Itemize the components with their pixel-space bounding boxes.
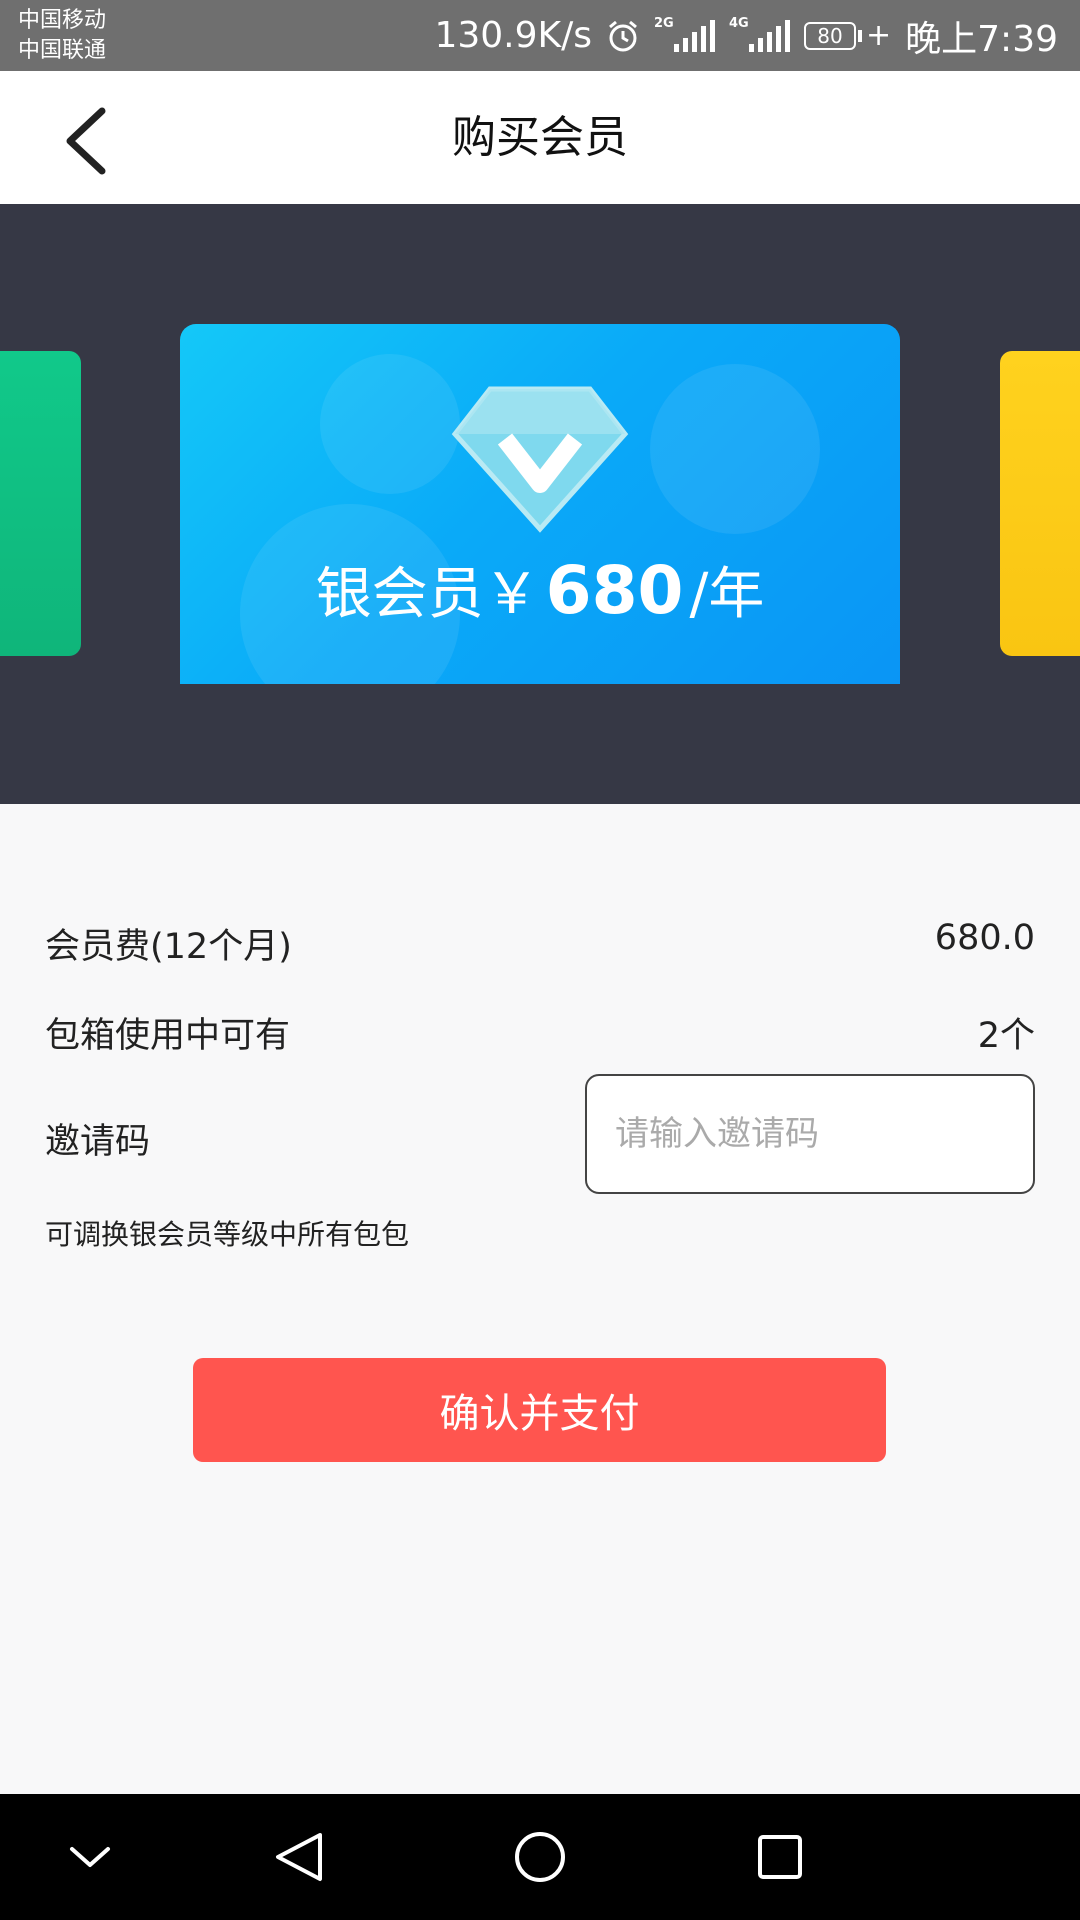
membership-carousel[interactable]: 银会员￥680/年 — [0, 204, 1080, 804]
invite-code-input[interactable] — [585, 1074, 1035, 1194]
nav-hide-button[interactable] — [50, 1817, 130, 1897]
back-arrow-icon — [66, 107, 106, 175]
price-unit: /年 — [689, 562, 765, 627]
nav-home-button[interactable] — [500, 1817, 580, 1897]
app-header: 购买会员 — [0, 71, 1080, 204]
triangle-back-icon — [276, 1833, 322, 1881]
back-button[interactable] — [50, 101, 130, 181]
boxes-row: 包箱使用中可有 2个 — [45, 1007, 1035, 1057]
nav-recents-button[interactable] — [740, 1817, 820, 1897]
carrier-2: 中国联通 — [18, 38, 107, 63]
square-recents-icon — [758, 1835, 802, 1879]
diamond-icon — [451, 386, 629, 533]
invite-code-label: 邀请码 — [45, 1122, 151, 1162]
confirm-pay-button[interactable]: 确认并支付 — [193, 1358, 886, 1462]
fee-row: 会员费(12个月) 680.0 — [45, 918, 1035, 968]
network-speed: 130.9K/s — [434, 15, 593, 56]
membership-card-next[interactable] — [1000, 351, 1080, 656]
membership-name: 银会员 — [315, 562, 484, 627]
circle-home-icon — [515, 1832, 565, 1882]
carrier-1: 中国移动 — [18, 8, 107, 33]
membership-price: 680 — [545, 552, 684, 629]
system-nav-bar — [0, 1794, 1080, 1920]
membership-card-label: 银会员￥680/年 — [180, 549, 900, 630]
boxes-label: 包箱使用中可有 — [45, 1016, 291, 1056]
alarm-icon — [609, 20, 637, 51]
signal-4g-icon: 4G — [729, 16, 791, 52]
signal-2g-icon: 2G — [654, 16, 716, 52]
status-indicators: 130.9K/s 2G 4G 80 + 晚上7:39 — [434, 0, 1058, 71]
chevron-down-icon — [70, 1847, 110, 1867]
clock: 晚上7:39 — [905, 18, 1058, 60]
fee-value: 680.0 — [934, 918, 1035, 958]
battery-level: 80 — [804, 21, 857, 50]
page-title: 购买会员 — [452, 112, 628, 163]
membership-card-silver[interactable]: 银会员￥680/年 — [180, 324, 900, 684]
nav-back-button[interactable] — [260, 1817, 340, 1897]
membership-note: 可调换银会员等级中所有包包 — [45, 1218, 410, 1251]
carrier-info: 中国移动 中国联通 — [18, 6, 106, 66]
boxes-value: 2个 — [977, 1016, 1035, 1056]
fee-label: 会员费(12个月) — [45, 927, 292, 967]
battery-icon: 80 + — [804, 18, 891, 53]
currency-symbol: ￥ — [483, 562, 540, 627]
membership-card-prev[interactable] — [0, 351, 81, 656]
status-bar: 中国移动 中国联通 130.9K/s 2G 4G 80 + 晚上7:39 — [0, 0, 1080, 71]
